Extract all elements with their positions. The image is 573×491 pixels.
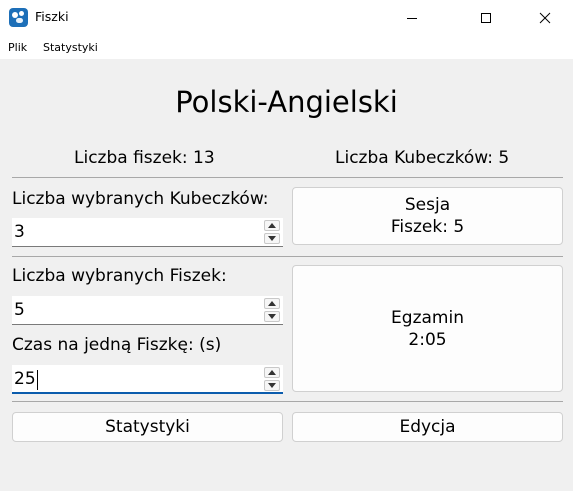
flashcard-count: Liczba fiszek: 13 [74,148,215,168]
spin-up-button[interactable] [264,298,280,309]
maximize-icon [481,12,491,23]
exam-button-line2: 2:05 [408,329,447,350]
app-icon [9,8,28,27]
menu-statystyki[interactable]: Statystyki [43,41,98,54]
chevron-up-icon [268,223,276,228]
close-button[interactable] [522,0,568,35]
divider-middle [12,256,563,257]
statistics-button[interactable]: Statystyki [12,412,283,442]
spin-down-button[interactable] [264,311,280,322]
spin-up-button[interactable] [264,220,280,231]
statistics-button-label: Statystyki [105,417,190,437]
title-bar: Fiszki [0,0,573,35]
session-button-line2: Fiszek: 5 [390,217,465,237]
time-per-card-label: Czas na jedną Fiszkę: (s) [12,335,222,355]
maximize-button[interactable] [463,0,509,35]
spin-up-button[interactable] [264,367,280,378]
page-title: Polski-Angielski [175,85,398,119]
exam-button[interactable]: Egzamin 2:05 [292,265,563,392]
text-caret [37,370,38,390]
minimize-button[interactable] [389,0,435,35]
chevron-up-icon [268,370,276,375]
time-per-card-spinbox[interactable]: 25 [12,365,283,394]
edit-button-label: Edycja [399,417,456,437]
minimize-icon [407,17,417,19]
chevron-down-icon [268,383,276,388]
selected-buckets-spinbox[interactable]: 3 [12,218,283,247]
selected-cards-spinbox[interactable]: 5 [12,296,283,325]
chevron-up-icon [268,301,276,306]
time-per-card-value: 25 [14,369,36,389]
divider-top [12,177,563,178]
spin-down-button[interactable] [264,233,280,244]
menu-bar: Plik Statystyki [0,35,573,59]
close-icon [539,12,551,23]
selected-cards-value: 5 [14,300,25,320]
chevron-down-icon [268,236,276,241]
selected-cards-label: Liczba wybranych Fiszek: [12,266,227,286]
edit-button[interactable]: Edycja [292,412,563,442]
session-button-line1: Sesja [404,195,451,215]
chevron-down-icon [268,314,276,319]
divider-bottom [12,401,563,402]
session-button[interactable]: Sesja Fiszek: 5 [292,187,563,245]
spin-down-button[interactable] [264,380,280,391]
selected-buckets-label: Liczba wybranych Kubeczków: [12,189,269,209]
window-title: Fiszki [35,9,69,24]
exam-button-line1: Egzamin [391,307,464,328]
bucket-count: Liczba Kubeczków: 5 [335,148,510,168]
selected-buckets-value: 3 [14,222,25,242]
menu-plik[interactable]: Plik [8,41,27,54]
